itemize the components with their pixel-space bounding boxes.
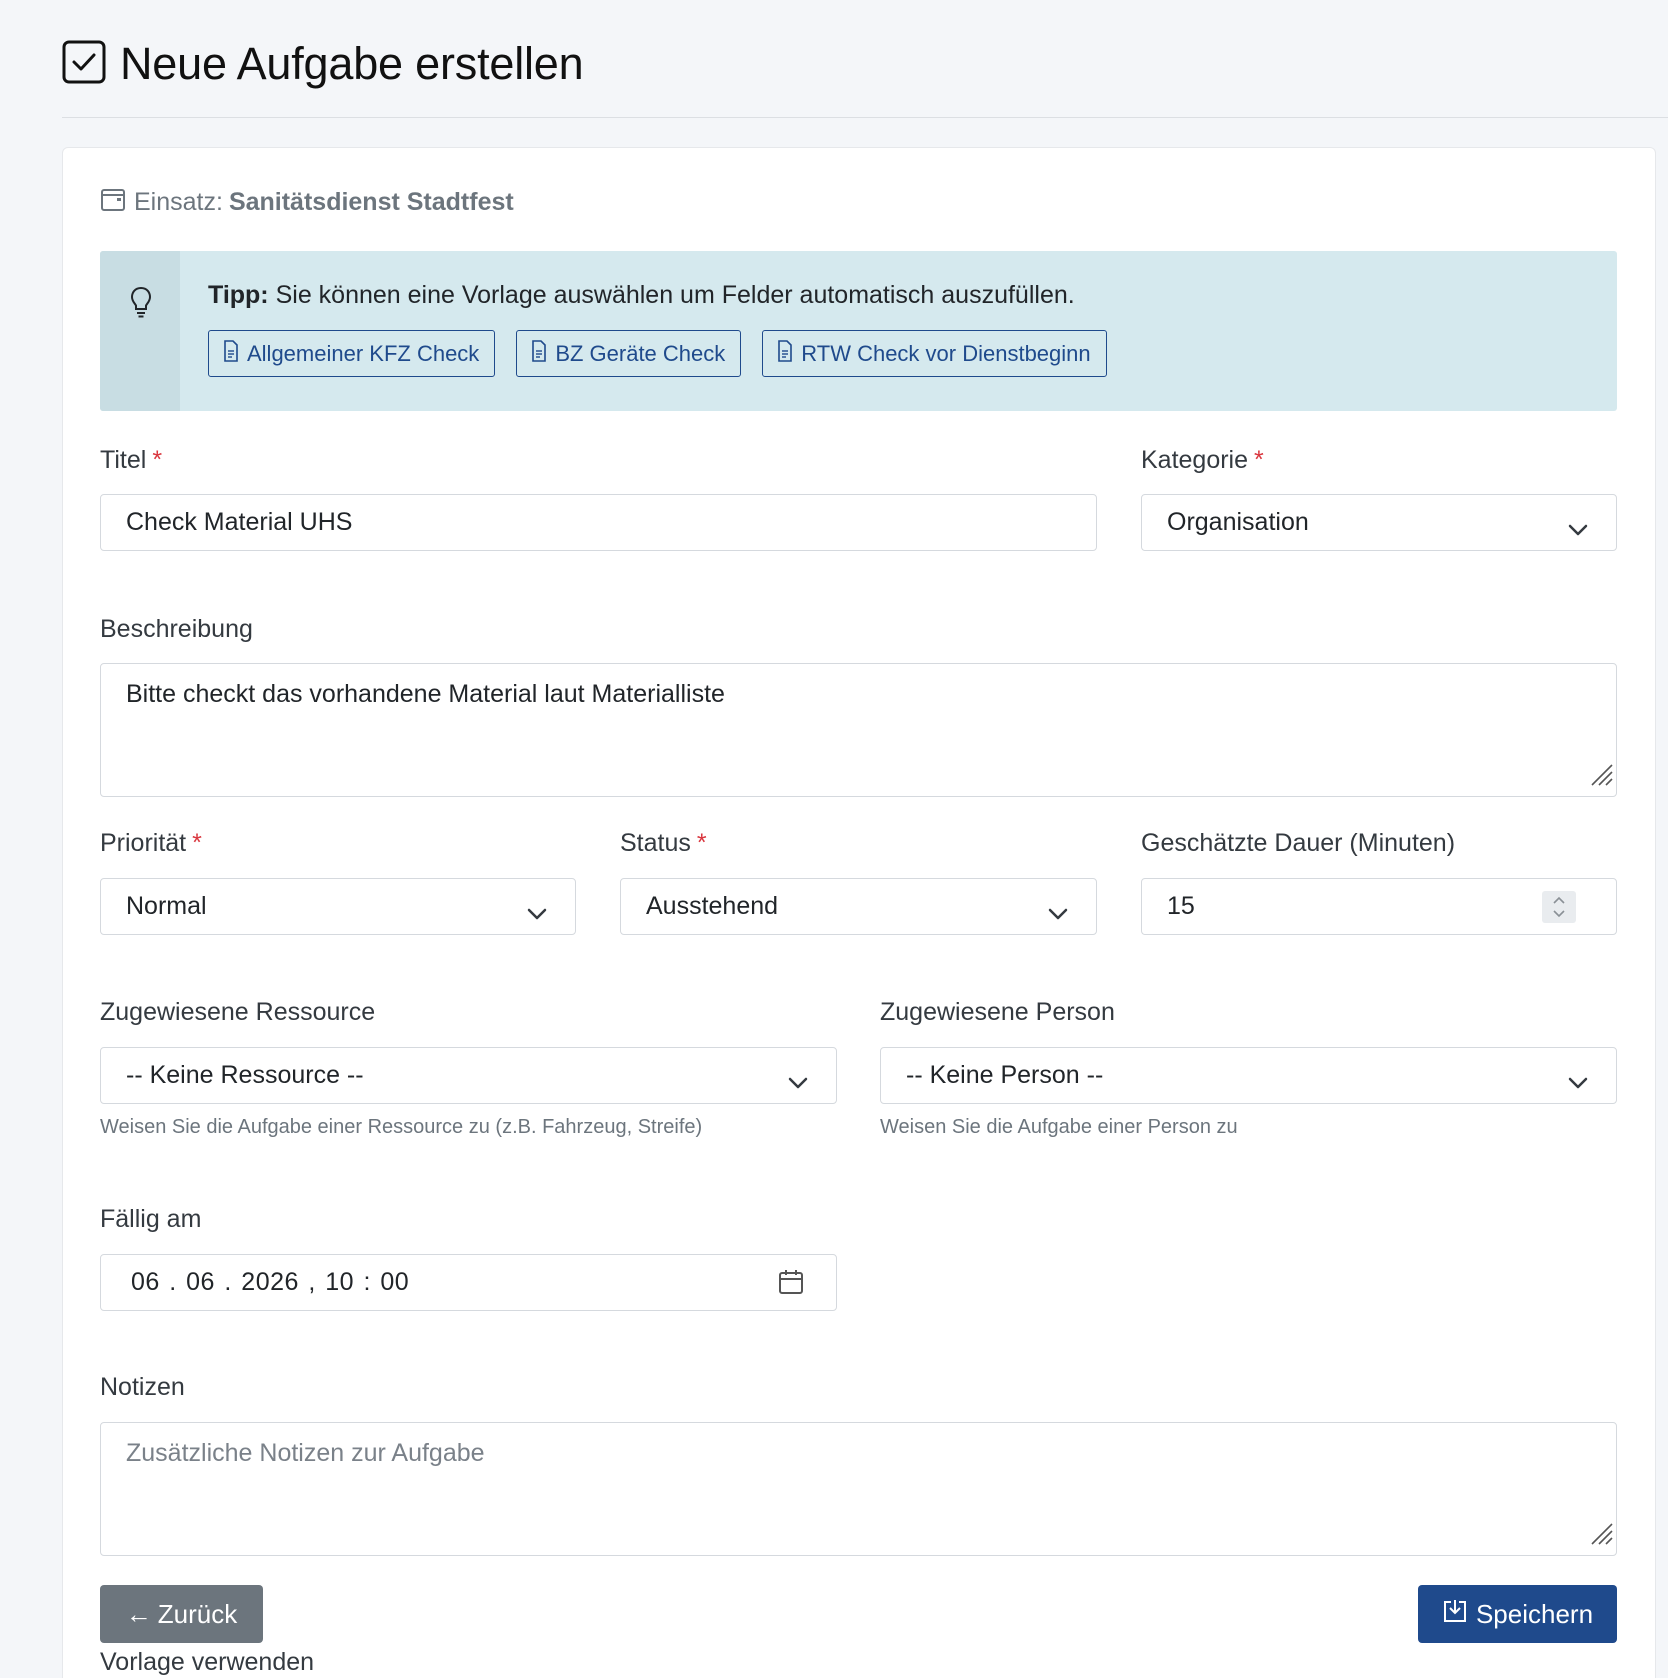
faellig-datetime-input[interactable]: 06 . 06 . 2026 , 10 : 00 [100,1254,837,1311]
chevron-down-icon [1568,515,1588,544]
template-section-heading: Vorlage verwenden [100,1648,315,1676]
document-icon [531,339,555,368]
notizen-textarea[interactable]: Zusätzliche Notizen zur Aufgabe [100,1422,1617,1556]
status-label: Status * [620,829,707,857]
number-spinner-icon[interactable] [1542,891,1576,923]
resize-grip-icon[interactable] [1588,761,1614,794]
resize-grip-icon[interactable] [1588,1520,1614,1553]
ressource-hint: Weisen Sie die Aufgabe einer Ressource z… [100,1116,703,1138]
document-icon [223,339,247,368]
save-button[interactable]: Speichern [1418,1585,1617,1643]
tip-alert: Tipp: Sie können eine Vorlage auswählen … [100,251,1617,411]
prioritaet-label: Priorität * [100,829,202,857]
calendar-picker-icon[interactable] [778,1269,804,1302]
chevron-down-icon [1568,1068,1588,1097]
tip-gutter [100,251,180,411]
calendar-icon [100,186,134,219]
back-button[interactable]: ← Zurück [100,1585,263,1643]
prioritaet-select[interactable]: Normal [100,878,576,935]
required-marker: * [1254,446,1264,474]
tip-text: Tipp: Sie können eine Vorlage auswählen … [208,281,1075,309]
kategorie-label: Kategorie * [1141,446,1264,474]
notizen-label: Notizen [100,1373,185,1401]
dauer-number-input[interactable]: 15 [1141,878,1617,935]
required-marker: * [152,446,163,474]
person-hint: Weisen Sie die Aufgabe einer Person zu [880,1116,1238,1138]
page-title: Neue Aufgabe erstellen [120,38,584,89]
beschreibung-label: Beschreibung [100,615,253,643]
chevron-down-icon [527,899,547,928]
checkbox-square-icon [62,40,120,89]
beschreibung-textarea[interactable]: Bitte checkt das vorhandene Material lau… [100,663,1617,797]
titel-input[interactable]: Check Material UHS [100,494,1097,551]
kategorie-select[interactable]: Organisation [1141,494,1617,551]
person-select[interactable]: -- Keine Person -- [880,1047,1617,1104]
chevron-down-icon [1048,899,1068,928]
faellig-label: Fällig am [100,1205,202,1233]
document-icon [777,339,801,368]
ressource-select[interactable]: -- Keine Ressource -- [100,1047,837,1104]
required-marker: * [696,829,707,857]
chevron-down-icon [788,1068,808,1097]
template-button-kfz-check[interactable]: Allgemeiner KFZ Check [208,330,496,377]
required-marker: * [192,829,202,857]
dauer-label: Geschätzte Dauer (Minuten) [1141,829,1456,857]
page-header: Neue Aufgabe erstellen [62,28,1668,118]
einsatz-name: Sanitätsdienst Stadtfest [228,188,514,216]
person-label: Zugewiesene Person [880,998,1115,1026]
titel-label: Titel * [100,446,163,474]
template-button-rtw-check[interactable]: RTW Check vor Dienstbeginn [762,330,1107,377]
einsatz-context: Einsatz: Sanitätsdienst Stadtfest [100,186,514,219]
template-button-bz-geraete-check[interactable]: BZ Geräte Check [516,330,742,377]
save-download-icon [1442,1598,1476,1631]
einsatz-label: Einsatz: [134,188,223,216]
status-select[interactable]: Ausstehend [620,878,1097,935]
ressource-label: Zugewiesene Ressource [100,998,376,1026]
arrow-left-icon: ← [125,1598,152,1629]
